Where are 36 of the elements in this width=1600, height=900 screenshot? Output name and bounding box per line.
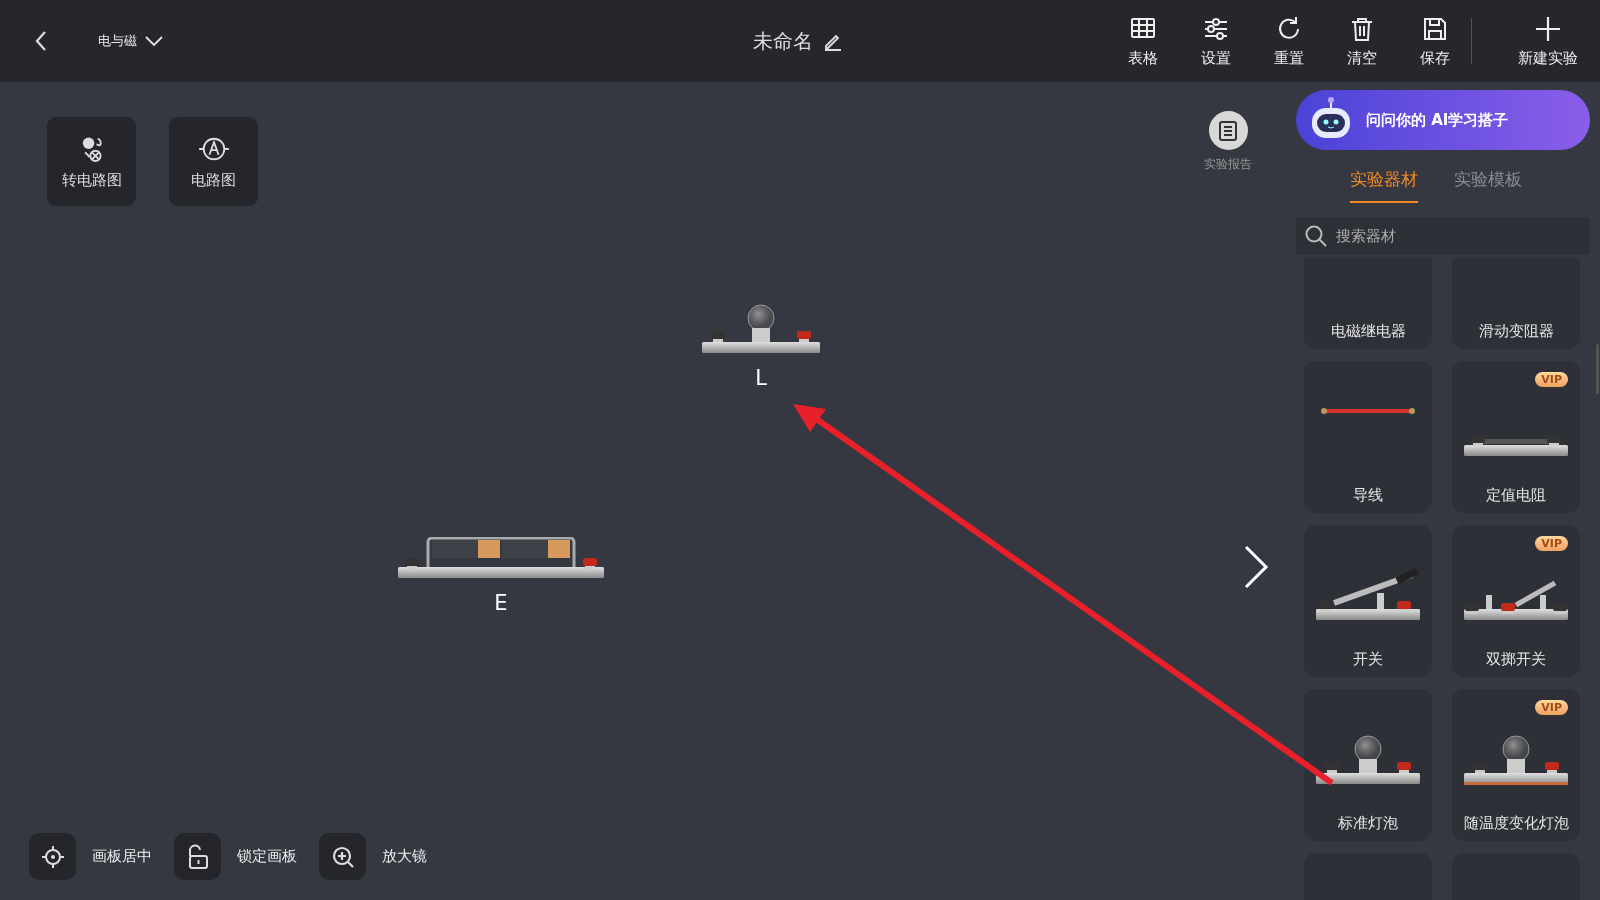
experiment-title: 未命名 <box>753 27 813 55</box>
list-document-icon <box>1217 119 1239 142</box>
component-label: E <box>494 591 508 615</box>
search-field[interactable]: 搜索器材 <box>1296 217 1590 255</box>
panel-tab[interactable]: 实验模板 <box>1454 162 1522 203</box>
next-arrow-button[interactable] <box>1243 544 1269 590</box>
vip-badge: VIP <box>1535 700 1568 715</box>
component-card[interactable]: VIP 双掷开关 <box>1452 525 1580 677</box>
chevron-left-icon <box>34 30 48 52</box>
vip-badge: VIP <box>1535 372 1568 387</box>
panel-tab[interactable]: 实验器材 <box>1350 162 1418 203</box>
component-card[interactable]: 电磁继电器 <box>1304 258 1432 349</box>
circuit-tool-button[interactable]: 转电路图 <box>47 117 136 206</box>
toolbar-button[interactable]: 清空 <box>1325 14 1398 68</box>
component-card[interactable]: VIP 定值电阻 <box>1452 361 1580 513</box>
plus-icon <box>1534 14 1562 43</box>
component-card[interactable]: VIP 随温度变化灯泡 <box>1452 689 1580 841</box>
canvas-tool-button[interactable]: 画板居中 <box>29 833 152 880</box>
chevron-down-icon <box>145 36 163 46</box>
toolbar-button[interactable]: 表格 <box>1106 14 1179 68</box>
component-card[interactable]: 开关 <box>1304 525 1432 677</box>
component-card[interactable]: 滑动变阻器 <box>1452 258 1580 349</box>
component-label: L <box>755 366 767 390</box>
canvas-tool-button[interactable]: 放大镜 <box>319 833 427 880</box>
circuit-tool-button[interactable]: 电路图 <box>169 117 258 206</box>
ai-assistant-banner[interactable]: 问问你的 AI学习搭子 <box>1296 90 1590 150</box>
component-card[interactable]: 导线 <box>1304 361 1432 513</box>
report-button[interactable]: 实验报告 <box>1198 110 1258 174</box>
subject-dropdown[interactable]: 电与磁 <box>92 31 169 51</box>
toolbar-button[interactable]: 保存 <box>1398 14 1471 68</box>
component-card[interactable]: 标准灯泡 <box>1304 689 1432 841</box>
toolbar-button[interactable]: 重置 <box>1252 14 1325 68</box>
vip-badge: VIP <box>1535 536 1568 551</box>
canvas-tool-button[interactable]: 锁定画板 <box>174 833 297 880</box>
toolbar-button[interactable]: 设置 <box>1179 14 1252 68</box>
new-experiment-button[interactable]: 新建实验 <box>1504 14 1592 68</box>
